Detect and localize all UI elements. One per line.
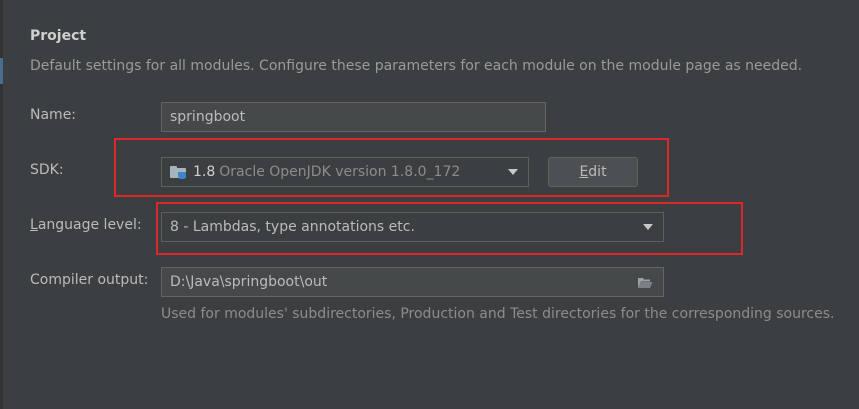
language-level-label: Language level: (30, 217, 142, 233)
left-panel-selection-marker (0, 58, 3, 84)
sdk-label: SDK: (30, 162, 64, 178)
language-level-label-text: anguage level: (37, 217, 142, 233)
compiler-output-label: Compiler output: (30, 272, 149, 288)
name-input[interactable]: springboot (161, 102, 546, 132)
section-title: Project (30, 28, 87, 44)
compiler-output-hint: Used for modules' subdirectories, Produc… (161, 306, 835, 322)
folder-open-icon[interactable] (637, 277, 653, 289)
language-level-highlight-box (156, 202, 743, 255)
language-level-label-mnemonic: L (30, 217, 38, 233)
section-description: Default settings for all modules. Config… (30, 58, 803, 74)
compiler-output-value: D:\Java\springboot\out (170, 274, 328, 290)
sdk-highlight-box (114, 138, 669, 197)
name-input-value: springboot (170, 109, 246, 125)
name-label: Name: (30, 107, 77, 123)
compiler-output-input[interactable]: D:\Java\springboot\out (161, 267, 664, 297)
